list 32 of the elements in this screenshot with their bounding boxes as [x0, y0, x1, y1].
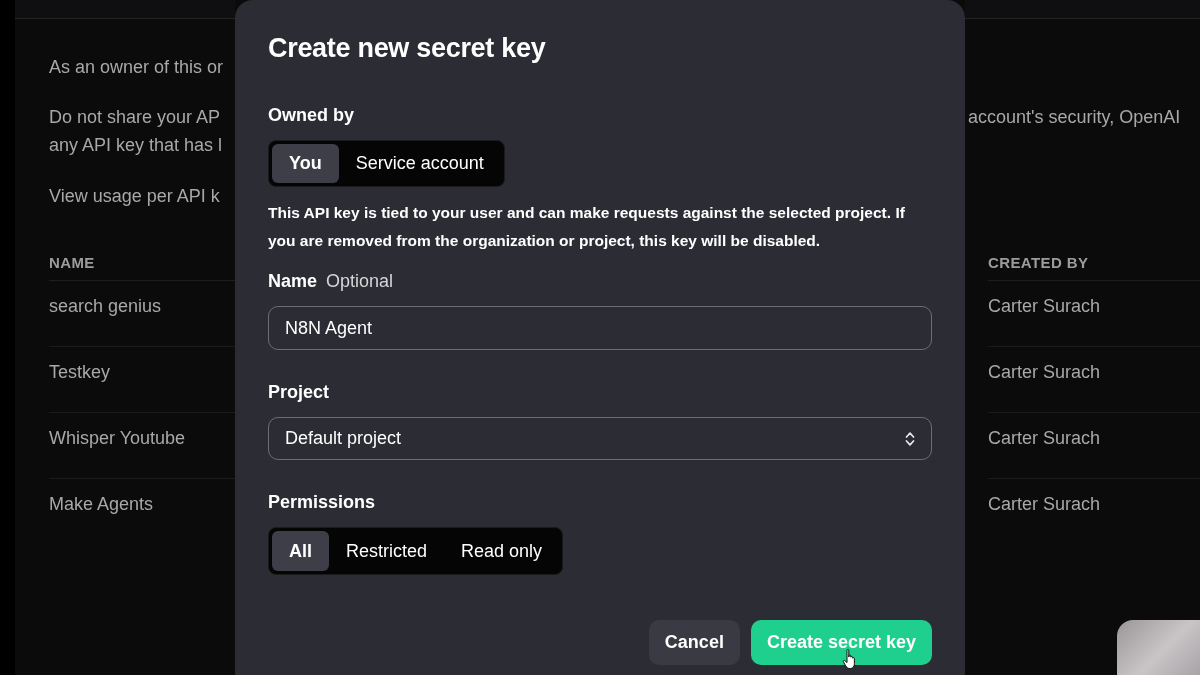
segment-option[interactable]: Restricted: [329, 531, 445, 571]
segment-option[interactable]: Service account: [338, 144, 501, 183]
name-input[interactable]: N8N Agent: [268, 306, 932, 350]
table-cell-text: search genius: [49, 295, 162, 318]
table-cell-text: Make Agents: [49, 493, 154, 516]
hand-cursor-icon: [842, 648, 858, 670]
dialog-title: Create new secret key: [268, 32, 546, 64]
chevron-updown-icon: [905, 430, 915, 447]
table-cell-text: Carter Surach: [988, 493, 1101, 516]
field-label: Project: [268, 381, 330, 404]
project-select[interactable]: Default project: [268, 417, 932, 460]
field-label: Permissions: [268, 491, 376, 514]
paragraph-text: As an owner of this or: [49, 56, 224, 79]
segment-option[interactable]: Read only: [444, 531, 560, 571]
column-header: CREATED BY: [988, 253, 1089, 273]
description-text: This API key is tied to your user and can make requests against the selected project. If you are removed from the organization or project, this key will be disabled.: [268, 203, 906, 251]
table-cell-text: Carter Surach: [988, 427, 1101, 450]
column-header: NAME: [49, 253, 95, 273]
field-label: Owned by: [268, 104, 354, 127]
field-label: Name: [268, 270, 318, 293]
paragraph-text: any API key that has l: [49, 134, 223, 157]
table-cell-text: Carter Surach: [988, 295, 1101, 318]
table-cell-text: Testkey: [49, 361, 111, 384]
table-cell-text: Whisper Youtube: [49, 427, 186, 450]
segment-option[interactable]: You: [272, 144, 339, 183]
segment-option[interactable]: All: [272, 531, 329, 571]
cancel-button[interactable]: Cancel: [648, 620, 740, 665]
table-cell-text: Carter Surach: [988, 361, 1101, 384]
paragraph-text: Do not share your AP: [49, 106, 221, 129]
paragraph-text: View usage per API k: [49, 185, 220, 208]
paragraph-text: account's security, OpenAI: [968, 106, 1181, 129]
optional-hint: Optional: [326, 270, 394, 293]
